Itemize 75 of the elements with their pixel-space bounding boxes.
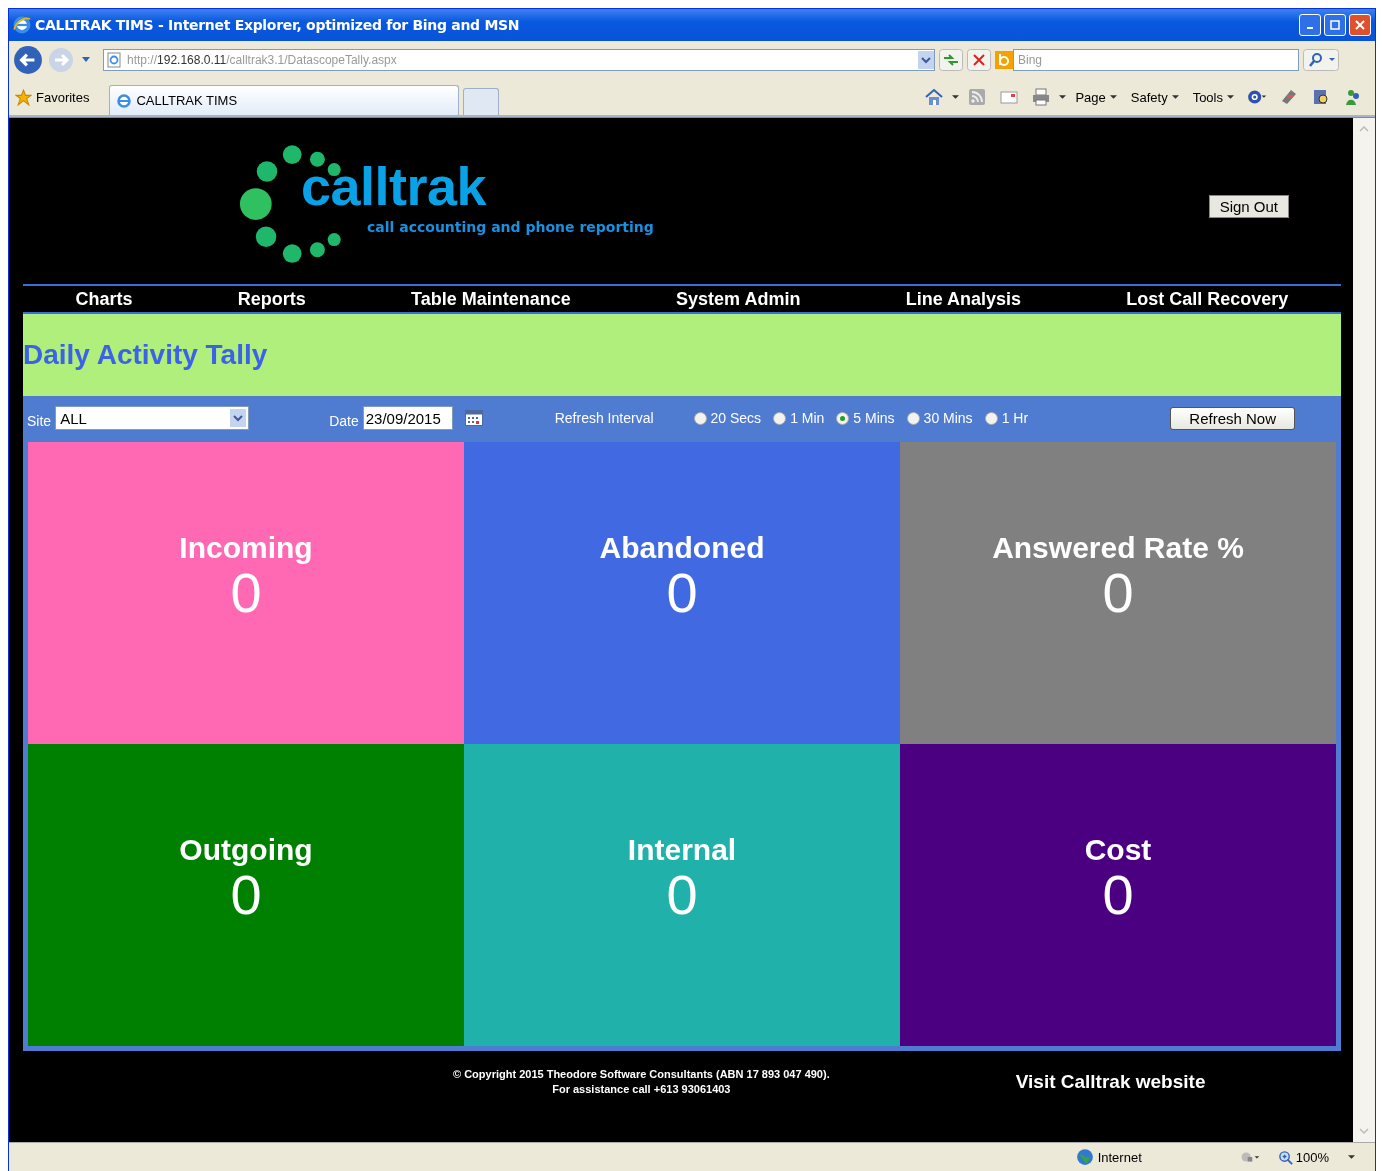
nav-link[interactable]: Reports bbox=[237, 288, 306, 310]
refresh-icon[interactable] bbox=[939, 49, 963, 71]
search-icon[interactable] bbox=[1303, 49, 1339, 71]
interval-radio[interactable]: 1 Hr bbox=[984, 410, 1029, 426]
caret-icon bbox=[1109, 94, 1117, 100]
minimize-icon bbox=[1307, 27, 1313, 29]
site-select[interactable]: ALL bbox=[55, 406, 250, 430]
maximize-icon bbox=[1330, 20, 1340, 30]
caret-icon bbox=[1171, 94, 1179, 100]
dropdown-icon[interactable] bbox=[918, 51, 934, 69]
nav-link[interactable]: Table Maintenance bbox=[411, 288, 571, 310]
page-icon bbox=[107, 52, 121, 68]
tile-title: Incoming bbox=[179, 531, 313, 565]
refresh-now-button[interactable]: Refresh Now bbox=[1170, 406, 1295, 430]
tile-title: Answered Rate % bbox=[992, 531, 1244, 565]
caret-icon[interactable] bbox=[81, 57, 91, 63]
interval-radio[interactable]: 5 Mins bbox=[836, 410, 895, 426]
tile-value: 0 bbox=[1102, 867, 1134, 923]
caret-icon bbox=[1227, 94, 1234, 100]
zoom-control[interactable]: 100% bbox=[1277, 1149, 1355, 1165]
browser-logo-icon bbox=[116, 92, 133, 109]
tile-title: Cost bbox=[1084, 833, 1152, 867]
home-icon[interactable] bbox=[924, 87, 945, 107]
globe-icon bbox=[1075, 1148, 1094, 1166]
refresh-interval-label: Refresh Interval bbox=[554, 410, 654, 426]
url-text: http://192.168.0.11/calltrak3.1/DatascopeTally.aspx bbox=[127, 53, 398, 67]
command-menu[interactable]: Safety bbox=[1130, 89, 1179, 105]
caret-icon bbox=[1348, 1154, 1355, 1160]
calendar-icon[interactable] bbox=[464, 410, 483, 426]
page-heading: Daily Activity Tally bbox=[23, 339, 268, 371]
search-field[interactable]: Bing bbox=[1013, 49, 1299, 71]
back-icon[interactable] bbox=[13, 45, 43, 75]
browser-logo-icon bbox=[13, 16, 31, 34]
tile-value: 0 bbox=[666, 867, 698, 923]
minimize-button[interactable] bbox=[1299, 14, 1321, 36]
maximize-button[interactable] bbox=[1324, 14, 1346, 36]
tile-title: Abandoned bbox=[599, 531, 765, 565]
copyright-text: © Copyright 2015 Theodore Software Consultants (ABN 17 893 047 490). For assistance call +613 93061403 bbox=[453, 1066, 830, 1097]
tile-value: 0 bbox=[230, 565, 262, 621]
caret-icon[interactable] bbox=[952, 94, 960, 100]
nav-link[interactable]: Line Analysis bbox=[905, 288, 1022, 310]
zoom-icon bbox=[1277, 1149, 1293, 1165]
dropdown-icon bbox=[230, 409, 247, 427]
star-icon bbox=[15, 88, 32, 106]
tile-value: 0 bbox=[666, 565, 698, 621]
close-icon bbox=[1355, 20, 1365, 30]
nav-link[interactable]: System Admin bbox=[676, 288, 801, 310]
brand-name: calltrak bbox=[301, 159, 488, 213]
interval-radio[interactable]: 1 Min bbox=[773, 410, 825, 426]
security-zone: Internet bbox=[1075, 1148, 1142, 1166]
tile-title: Internal bbox=[627, 833, 737, 867]
site-label: Site bbox=[27, 413, 52, 429]
date-field[interactable]: 23/09/2015 bbox=[362, 406, 453, 430]
caret-icon[interactable] bbox=[1059, 94, 1067, 100]
favorites-button[interactable]: Favorites bbox=[15, 88, 90, 106]
window-title: CALLTRAK TIMS - Internet Explorer, optimized for Bing and MSN bbox=[35, 17, 521, 33]
stop-icon[interactable] bbox=[967, 49, 991, 71]
browser-tab[interactable]: CALLTRAK TIMS bbox=[109, 85, 460, 115]
brand-tagline: call accounting and phone reporting bbox=[367, 219, 654, 235]
nav-link[interactable]: Charts bbox=[75, 288, 133, 310]
close-button[interactable] bbox=[1349, 14, 1371, 36]
sign-out-button[interactable]: Sign Out bbox=[1208, 194, 1289, 218]
website-link[interactable]: Visit Calltrak website bbox=[1015, 1070, 1206, 1093]
tile-value: 0 bbox=[1102, 565, 1134, 621]
command-menu[interactable]: Tools bbox=[1192, 89, 1234, 105]
search-provider-icon bbox=[995, 51, 1013, 69]
interval-radio[interactable]: 20 Secs bbox=[693, 410, 762, 426]
tile-title: Outgoing bbox=[179, 833, 313, 867]
interval-radio[interactable]: 30 Mins bbox=[906, 410, 973, 426]
date-label: Date bbox=[329, 413, 359, 429]
printer-icon[interactable] bbox=[1031, 87, 1052, 107]
command-menu[interactable]: Page bbox=[1075, 89, 1117, 105]
tile-value: 0 bbox=[230, 867, 262, 923]
address-field[interactable]: http://192.168.0.11/calltrak3.1/DatascopeTally.aspx bbox=[103, 49, 935, 71]
nav-link[interactable]: Lost Call Recovery bbox=[1126, 288, 1289, 310]
